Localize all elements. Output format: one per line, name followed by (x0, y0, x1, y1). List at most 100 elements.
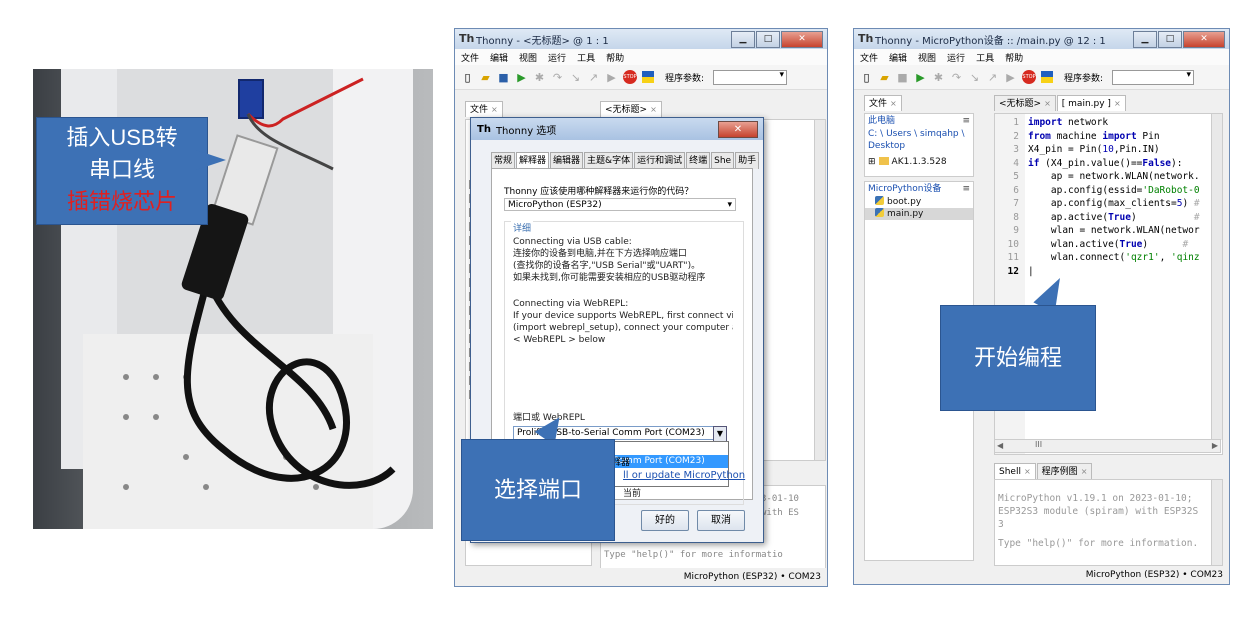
tab-terminal[interactable]: 终端 (686, 152, 711, 169)
debug-icon[interactable]: ✱ (533, 71, 546, 84)
webrepl-text-line: < WebREPL > below (513, 335, 606, 345)
debug-icon[interactable]: ✱ (932, 71, 945, 84)
python-file-icon (875, 208, 884, 217)
install-micropython-link[interactable]: ll or update MicroPython (623, 470, 745, 481)
maximize-button[interactable]: □ (756, 31, 780, 48)
dialog-tabs: 常规 解释器 编辑器 主题&字体 运行和调试 终端 She 助手 (491, 152, 760, 169)
menu-edit[interactable]: 编辑 (889, 51, 907, 64)
interpreter-select[interactable]: MicroPython (ESP32) (504, 198, 736, 212)
tab-shell[interactable]: She (711, 152, 735, 169)
step-over-icon[interactable]: ↷ (950, 71, 963, 84)
usb-text-line: Connecting via USB cable: (513, 237, 632, 247)
tab-editor[interactable]: 编辑器 (550, 152, 584, 169)
program-params-label: 程序参数: (665, 73, 705, 84)
step-into-icon[interactable]: ↘ (569, 71, 582, 84)
shell-panel[interactable]: MicroPython v1.19.1 on 2023-01-10; ESP32… (994, 479, 1223, 566)
menu-icon[interactable]: ≡ (962, 182, 970, 196)
editor-scrollbar[interactable] (814, 120, 825, 460)
open-file-icon[interactable]: ▰ (479, 71, 492, 84)
tab-program-tree-label: 程序例图 (1041, 467, 1078, 477)
step-out-icon[interactable]: ↗ (986, 71, 999, 84)
new-file-icon[interactable]: ▯ (461, 71, 474, 84)
tab-program-tree[interactable]: 程序例图 × (1036, 463, 1093, 479)
menu-icon[interactable]: ≡ (962, 114, 970, 128)
this-pc-box: 此电脑 ≡ C: \ Users \ simqahp \ Desktop ⊞ AK1… (864, 113, 974, 177)
shell-line: 3 (998, 519, 1004, 530)
tab-general[interactable]: 常规 (491, 152, 516, 169)
menubar: 文件 编辑 视图 运行 工具 帮助 (455, 49, 827, 65)
shell-line: with ES (761, 508, 799, 518)
tab-assistant[interactable]: 助手 (735, 152, 760, 169)
callout-port: 选择端口 (461, 439, 615, 541)
tab-run-debug[interactable]: 运行和调试 (634, 152, 686, 169)
maximize-button[interactable]: □ (1158, 31, 1182, 48)
menu-help[interactable]: 帮助 (606, 51, 624, 64)
pc-path[interactable]: Desktop (865, 140, 973, 152)
save-icon[interactable]: ■ (896, 71, 909, 84)
callout-usb: 插入USB转 串口线 插错烧芯片 (36, 117, 208, 225)
usb-text-line: (查找你的设备名字,"USB Serial"或"UART")。 (513, 261, 701, 271)
chevron-down-icon[interactable]: ▼ (713, 426, 727, 442)
tab-files-label: 文件 (869, 99, 888, 109)
tab-theme-font[interactable]: 主题&字体 (584, 152, 634, 169)
tab-interpreter[interactable]: 解释器 (516, 152, 550, 169)
editor-scrollbar[interactable] (1211, 114, 1222, 440)
device-file-boot[interactable]: boot.py (865, 196, 973, 208)
webrepl-text-line: Connecting via WebREPL: (513, 299, 629, 309)
tab-files-label: 文件 (470, 105, 489, 115)
new-file-icon[interactable]: ▯ (860, 71, 873, 84)
ukraine-flag-icon[interactable] (642, 71, 654, 83)
callout-usb-warning: 插错烧芯片 (66, 189, 177, 214)
cancel-button[interactable]: 取消 (697, 510, 745, 531)
menu-help[interactable]: 帮助 (1005, 51, 1023, 64)
stop-icon[interactable]: STOP (623, 70, 637, 84)
expand-icon[interactable]: ⊞ (868, 157, 876, 167)
tab-main-py[interactable]: [ main.py ] × (1056, 95, 1126, 111)
menu-tools[interactable]: 工具 (976, 51, 994, 64)
minimize-button[interactable]: ▁ (1133, 31, 1157, 48)
save-icon[interactable]: ■ (497, 71, 510, 84)
program-params-input[interactable] (713, 69, 788, 85)
resume-icon[interactable]: ▶ (1004, 71, 1017, 84)
minimize-button[interactable]: ▁ (731, 31, 755, 48)
editor-hscrollbar[interactable]: ◀ III ▶ (994, 439, 1221, 453)
tab-untitled[interactable]: <无标题> × (600, 101, 662, 117)
menu-run[interactable]: 运行 (947, 51, 965, 64)
menu-file[interactable]: 文件 (860, 51, 878, 64)
menu-view[interactable]: 视图 (918, 51, 936, 64)
menu-file[interactable]: 文件 (461, 51, 479, 64)
callout-usb-line1: 插入USB转 (66, 125, 178, 150)
tab-files[interactable]: 文件 × (864, 95, 902, 111)
ok-button[interactable]: 好的 (641, 510, 689, 531)
dialog-close-button[interactable]: ✕ (718, 121, 758, 138)
run-icon[interactable]: ▶ (515, 71, 528, 84)
run-icon[interactable]: ▶ (914, 71, 927, 84)
shell-scrollbar[interactable] (1211, 480, 1222, 565)
tab-shell[interactable]: Shell × (994, 463, 1036, 479)
pc-path[interactable]: C: \ Users \ simqahp \ (865, 128, 973, 140)
menu-edit[interactable]: 编辑 (490, 51, 508, 64)
tab-files[interactable]: 文件 × (465, 101, 503, 117)
step-out-icon[interactable]: ↗ (587, 71, 600, 84)
callout-usb-line2: 串口线 (88, 157, 155, 182)
webrepl-text-line: If your device supports WebREPL, first c… (513, 311, 733, 321)
stop-icon[interactable]: STOP (1022, 70, 1036, 84)
menubar: 文件 编辑 视图 运行 工具 帮助 (854, 49, 1229, 65)
program-params-input[interactable] (1112, 69, 1195, 85)
menu-view[interactable]: 视图 (519, 51, 537, 64)
open-file-icon[interactable]: ▰ (878, 71, 891, 84)
ukraine-flag-icon[interactable] (1041, 71, 1053, 83)
resume-icon[interactable]: ▶ (605, 71, 618, 84)
menu-run[interactable]: 运行 (548, 51, 566, 64)
shell-line: MicroPython v1.19.1 on 2023-01-10; (998, 493, 1193, 504)
tab-untitled[interactable]: <无标题> × (994, 95, 1056, 111)
device-header: MicroPython设备 ≡ (865, 182, 973, 196)
pc-folder-row[interactable]: ⊞ AK1.1.3.528 (865, 156, 973, 168)
close-button[interactable]: ✕ (1183, 31, 1225, 48)
step-into-icon[interactable]: ↘ (968, 71, 981, 84)
close-button[interactable]: ✕ (781, 31, 823, 48)
step-over-icon[interactable]: ↷ (551, 71, 564, 84)
device-file-main[interactable]: main.py (865, 208, 973, 220)
window-title: Thonny - <无标题> @ 1 : 1 (476, 35, 609, 47)
menu-tools[interactable]: 工具 (577, 51, 595, 64)
